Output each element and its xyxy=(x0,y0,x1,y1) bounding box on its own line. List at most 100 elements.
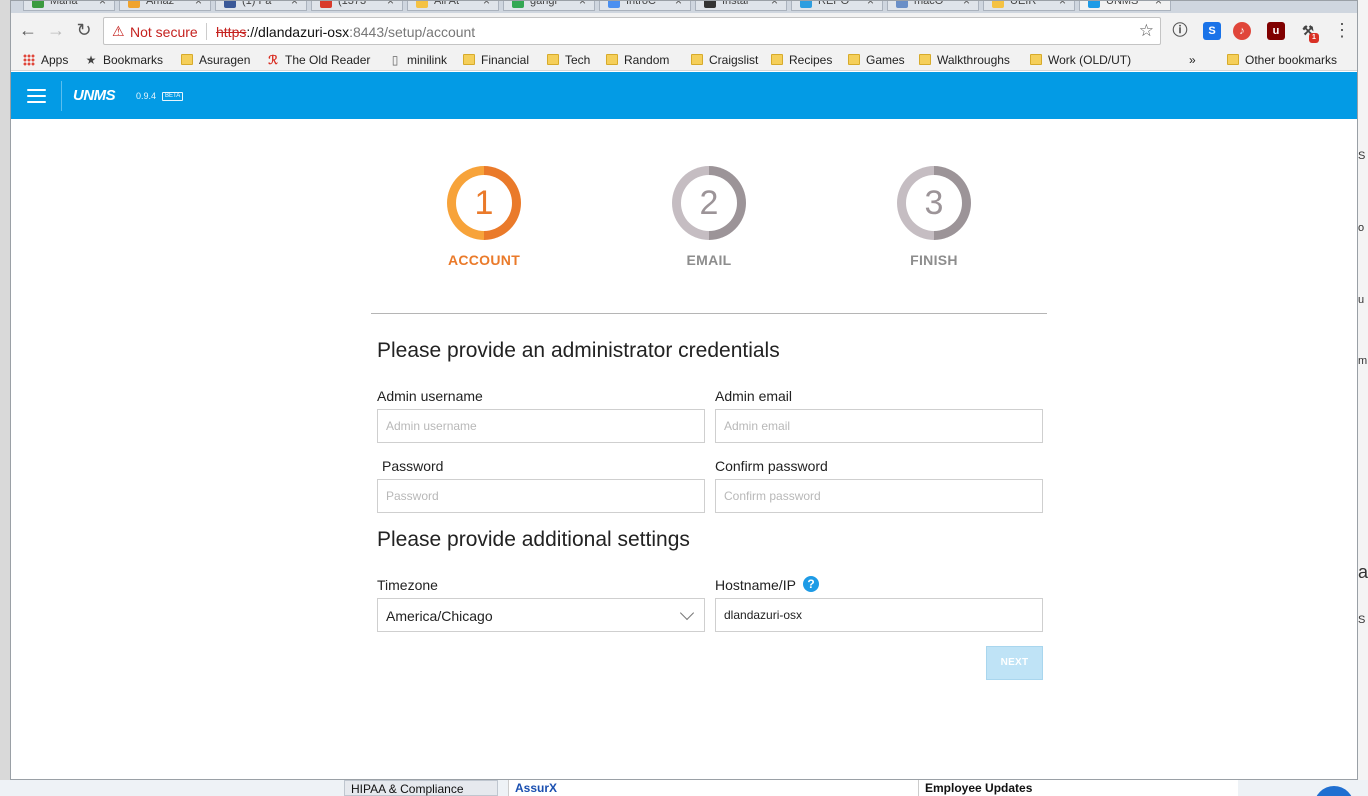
browser-tab[interactable]: Instal × xyxy=(695,1,787,11)
browser-tab[interactable]: macO × xyxy=(887,1,979,11)
browser-tab[interactable]: UEIR × xyxy=(983,1,1075,11)
address-bar[interactable]: ⚠ Not secure https://dlandazuri-osx:8443… xyxy=(103,17,1161,45)
browser-tab[interactable]: (1) Fa × xyxy=(215,1,307,11)
next-button[interactable]: NEXT xyxy=(986,646,1043,680)
info-extension-icon[interactable]: ⓘ xyxy=(1171,22,1189,40)
other-bookmarks-label: Other bookmarks xyxy=(1245,53,1338,67)
bookmark-item[interactable]: Asuragen xyxy=(181,52,250,68)
close-tab-icon[interactable]: × xyxy=(387,1,394,8)
bookmark-item[interactable]: Apps xyxy=(23,52,68,68)
close-tab-icon[interactable]: × xyxy=(771,1,778,8)
reload-icon[interactable]: ↻ xyxy=(73,19,95,41)
tab-title: Amaz xyxy=(146,1,175,7)
step-number: 1 xyxy=(456,175,512,231)
tab-favicon-icon xyxy=(800,1,812,8)
close-tab-icon[interactable]: × xyxy=(579,1,586,8)
browser-tab[interactable]: (1373 × xyxy=(311,1,403,11)
close-tab-icon[interactable]: × xyxy=(99,1,106,8)
password-input[interactable] xyxy=(377,479,705,513)
folder-icon xyxy=(606,54,618,65)
browser-tab[interactable]: Amaz × xyxy=(119,1,211,11)
step-number: 2 xyxy=(681,175,737,231)
browser-tab[interactable]: gangr × xyxy=(503,1,595,11)
tab-title: macO xyxy=(914,1,944,7)
bookmark-item[interactable]: Tech xyxy=(547,52,590,68)
bookmarks-overflow-button[interactable]: » xyxy=(1189,52,1196,68)
bookmark-item[interactable]: Walkthroughs xyxy=(919,52,1010,68)
close-tab-icon[interactable]: × xyxy=(195,1,202,8)
credentials-heading: Please provide an administrator credenti… xyxy=(377,339,780,362)
settings-heading: Please provide additional settings xyxy=(377,528,690,551)
background-item-assurx[interactable]: AssurX xyxy=(508,780,918,796)
bookmark-item[interactable]: Craigslist xyxy=(691,52,758,68)
help-icon[interactable]: ? xyxy=(803,576,819,592)
step-label: FINISH xyxy=(910,252,958,268)
tab-favicon-icon xyxy=(704,1,716,8)
folder-icon xyxy=(181,54,193,65)
folder-icon xyxy=(1030,54,1042,65)
folder-icon xyxy=(463,54,475,65)
tab-title: All At xyxy=(434,1,460,7)
guitar-extension-icon[interactable]: ♪ xyxy=(1233,22,1251,40)
browser-menu-icon[interactable]: ⋮ xyxy=(1333,19,1351,41)
background-item-employee-updates[interactable]: Employee Updates xyxy=(918,780,1238,796)
tab-title: UEIR xyxy=(1010,1,1037,7)
warning-icon: ⚠ xyxy=(112,23,125,39)
skype-extension-icon[interactable]: S xyxy=(1203,22,1221,40)
security-label[interactable]: Not secure xyxy=(130,24,198,40)
bookmark-item[interactable]: Financial xyxy=(463,52,529,68)
apps-grid-icon xyxy=(23,54,35,66)
bookmark-item[interactable]: ℛ The Old Reader xyxy=(266,52,370,68)
browser-tab[interactable]: IntroC × xyxy=(599,1,691,11)
close-tab-icon[interactable]: × xyxy=(675,1,682,8)
step-label: EMAIL xyxy=(686,252,732,268)
tab-strip: Mana × Amaz × (1) Fa × (1373 × All At × gangr × Intr… xyxy=(11,1,1357,13)
confirm-password-input[interactable] xyxy=(715,479,1043,513)
ublock-extension-icon[interactable]: u xyxy=(1267,22,1285,40)
other-bookmarks[interactable]: Other bookmarks xyxy=(1227,52,1337,68)
close-tab-icon[interactable]: × xyxy=(291,1,298,8)
background-char: S xyxy=(1358,150,1366,162)
tab-favicon-icon xyxy=(224,1,236,8)
url-path: :8443/setup/account xyxy=(349,24,476,40)
hamburger-menu-icon[interactable] xyxy=(27,89,46,103)
admin-username-input[interactable] xyxy=(377,409,705,443)
bookmark-item[interactable]: Work (OLD/UT) xyxy=(1030,52,1131,68)
hostname-input[interactable] xyxy=(715,598,1043,632)
star-icon: ★ xyxy=(85,53,97,67)
hostname-label: Hostname/IP xyxy=(715,577,796,593)
timezone-select[interactable]: America/Chicago xyxy=(377,598,705,632)
browser-tab[interactable]: REPO × xyxy=(791,1,883,11)
bookmark-item[interactable]: Recipes xyxy=(771,52,832,68)
browser-tab[interactable]: All At × xyxy=(407,1,499,11)
background-item-hipaa[interactable]: HIPAA & Compliance xyxy=(344,780,498,796)
step-finish: 3 FINISH xyxy=(874,166,994,268)
step-account: 1 ACCOUNT xyxy=(424,166,544,268)
url-protocol: https xyxy=(216,24,247,40)
bookmark-star-icon[interactable]: ☆ xyxy=(1139,21,1154,41)
section-divider xyxy=(371,313,1047,314)
browser-tab[interactable]: UNMS × xyxy=(1079,1,1171,11)
close-tab-icon[interactable]: × xyxy=(963,1,970,8)
url-text[interactable]: https://dlandazuri-osx:8443/setup/accoun… xyxy=(216,24,475,40)
step-ring: 1 xyxy=(447,166,521,240)
close-tab-icon[interactable]: × xyxy=(1155,1,1162,8)
beta-badge: BETA xyxy=(162,92,184,101)
tab-title: REPO xyxy=(818,1,850,7)
background-char: o xyxy=(1358,222,1365,234)
bookmark-item[interactable]: ★ Bookmarks xyxy=(84,52,163,68)
tab-favicon-icon xyxy=(992,1,1004,8)
close-tab-icon[interactable]: × xyxy=(867,1,874,8)
bookmark-item[interactable]: Games xyxy=(848,52,905,68)
tab-favicon-icon xyxy=(896,1,908,8)
bookmark-item[interactable]: Random xyxy=(606,52,669,68)
admin-email-input[interactable] xyxy=(715,409,1043,443)
close-tab-icon[interactable]: × xyxy=(1059,1,1066,8)
forward-icon[interactable]: → xyxy=(45,19,67,41)
bookmark-item[interactable]: ▯ minilink xyxy=(388,52,447,68)
background-circle-button[interactable] xyxy=(1314,786,1354,796)
close-tab-icon[interactable]: × xyxy=(483,1,490,8)
background-char: a xyxy=(1358,562,1368,582)
back-icon[interactable]: ← xyxy=(17,19,39,41)
browser-tab[interactable]: Mana × xyxy=(23,1,115,11)
